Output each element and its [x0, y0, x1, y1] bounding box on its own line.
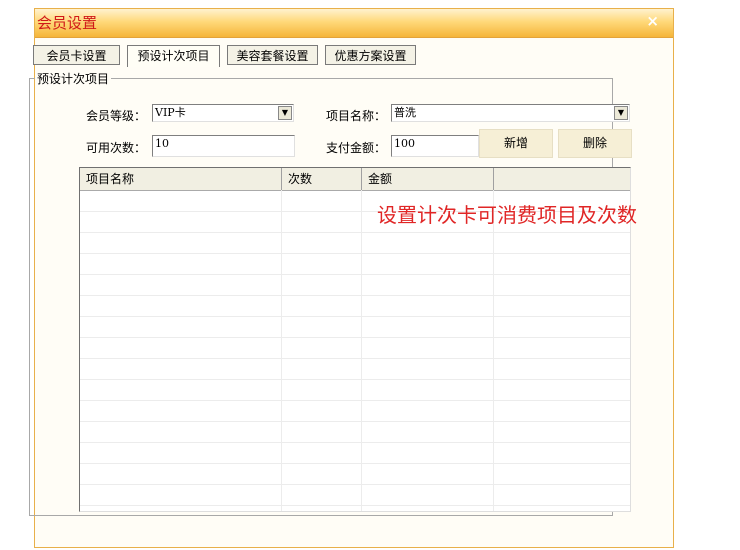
add-button[interactable]: 新增 — [479, 129, 553, 158]
table-row[interactable] — [80, 275, 630, 296]
dropdown-arrow-icon[interactable]: ▼ — [278, 106, 292, 120]
available-times-label: 可用次数： — [86, 141, 147, 155]
window-title: 会员设置 — [37, 14, 98, 32]
title-bar: 会员设置 × — [35, 9, 673, 38]
item-name-value: 普洗 — [394, 106, 416, 119]
tab-discount-plan-settings[interactable]: 优惠方案设置 — [325, 45, 416, 65]
column-header-blank[interactable] — [494, 168, 630, 190]
pay-amount-value: 100 — [394, 137, 415, 150]
table-row[interactable] — [80, 359, 630, 380]
table-row[interactable] — [80, 338, 630, 359]
member-level-value: VIP卡 — [155, 106, 186, 119]
table-row[interactable] — [80, 443, 630, 464]
table-row[interactable] — [80, 485, 630, 506]
item-name-select[interactable]: 普洗 ▼ — [391, 104, 630, 122]
member-level-label: 会员等级： — [86, 109, 147, 123]
table-row[interactable] — [80, 296, 630, 317]
dropdown-arrow-icon[interactable]: ▼ — [614, 106, 628, 120]
table-row[interactable] — [80, 233, 630, 254]
available-times-input[interactable]: 10 — [152, 135, 295, 157]
table-row[interactable] — [80, 380, 630, 401]
close-icon[interactable]: × — [646, 12, 659, 30]
column-header-amount[interactable]: 金额 — [362, 168, 494, 190]
table-header: 项目名称 次数 金额 — [80, 168, 630, 191]
annotation-text: 设置计次卡可消费项目及次数 — [377, 203, 637, 227]
table-row[interactable] — [80, 254, 630, 275]
table-row[interactable] — [80, 464, 630, 485]
item-name-label: 项目名称： — [326, 109, 387, 123]
table-row[interactable] — [80, 317, 630, 338]
delete-button[interactable]: 删除 — [558, 129, 632, 158]
member-level-select[interactable]: VIP卡 ▼ — [152, 104, 294, 122]
available-times-value: 10 — [155, 137, 169, 150]
pay-amount-input[interactable]: 100 — [391, 135, 479, 157]
tab-member-card-settings[interactable]: 会员卡设置 — [33, 45, 120, 65]
table-row[interactable] — [80, 401, 630, 422]
column-header-item-name[interactable]: 项目名称 — [80, 168, 282, 190]
tab-beauty-package-settings[interactable]: 美容套餐设置 — [227, 45, 318, 65]
tab-preset-count-items[interactable]: 预设计次项目 — [127, 45, 220, 67]
pay-amount-label: 支付金额： — [326, 141, 387, 155]
table-row[interactable] — [80, 422, 630, 443]
group-label: 预设计次项目 — [35, 70, 112, 87]
column-header-times[interactable]: 次数 — [282, 168, 362, 190]
